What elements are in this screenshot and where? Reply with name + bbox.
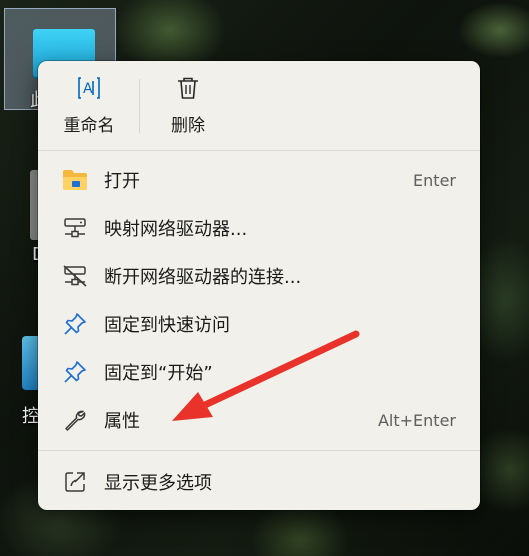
context-menu: A 重命名 删除 打开 Enter 映射网络驱动器... 断开网络驱动器的连接.… xyxy=(38,61,480,510)
share-icon xyxy=(62,469,88,495)
quick-divider xyxy=(139,79,140,133)
menu-item-label: 断开网络驱动器的连接... xyxy=(104,267,302,288)
delete-label: 删除 xyxy=(171,116,205,136)
pin-icon xyxy=(62,311,88,337)
pin-icon xyxy=(62,359,88,385)
menu-item-pin-quick-access[interactable]: 固定到快速访问 xyxy=(46,302,472,346)
network-drive-icon xyxy=(62,215,88,241)
quick-actions-row: A 重命名 删除 xyxy=(38,61,480,149)
folder-icon xyxy=(62,167,88,193)
menu-item-label: 显示更多选项 xyxy=(104,473,212,494)
menu-item-show-more-options[interactable]: 显示更多选项 xyxy=(46,460,472,504)
menu-item-label: 固定到“开始” xyxy=(104,363,213,384)
rename-button[interactable]: A 重命名 xyxy=(49,75,129,139)
menu-item-map-network-drive[interactable]: 映射网络驱动器... xyxy=(46,206,472,250)
delete-button[interactable]: 删除 xyxy=(148,75,228,139)
rename-icon: A xyxy=(78,77,100,99)
disconnect-drive-icon xyxy=(62,263,88,289)
menu-divider xyxy=(38,150,480,151)
menu-item-label: 打开 xyxy=(104,171,140,192)
menu-item-pin-start[interactable]: 固定到“开始” xyxy=(46,350,472,394)
menu-item-disconnect-network-drive[interactable]: 断开网络驱动器的连接... xyxy=(46,254,472,298)
wrench-icon xyxy=(62,407,88,433)
menu-item-label: 属性 xyxy=(104,411,140,432)
trash-icon xyxy=(178,77,198,99)
rename-label: 重命名 xyxy=(63,116,115,136)
menu-item-shortcut: Alt+Enter xyxy=(377,410,456,430)
menu-item-open[interactable]: 打开 Enter xyxy=(46,158,472,202)
svg-text:A: A xyxy=(83,81,93,97)
menu-divider xyxy=(38,450,480,451)
menu-item-label: 固定到快速访问 xyxy=(104,315,230,336)
menu-item-label: 映射网络驱动器... xyxy=(104,219,248,240)
menu-item-shortcut: Enter xyxy=(413,170,456,190)
menu-item-properties[interactable]: 属性 Alt+Enter xyxy=(46,398,472,442)
